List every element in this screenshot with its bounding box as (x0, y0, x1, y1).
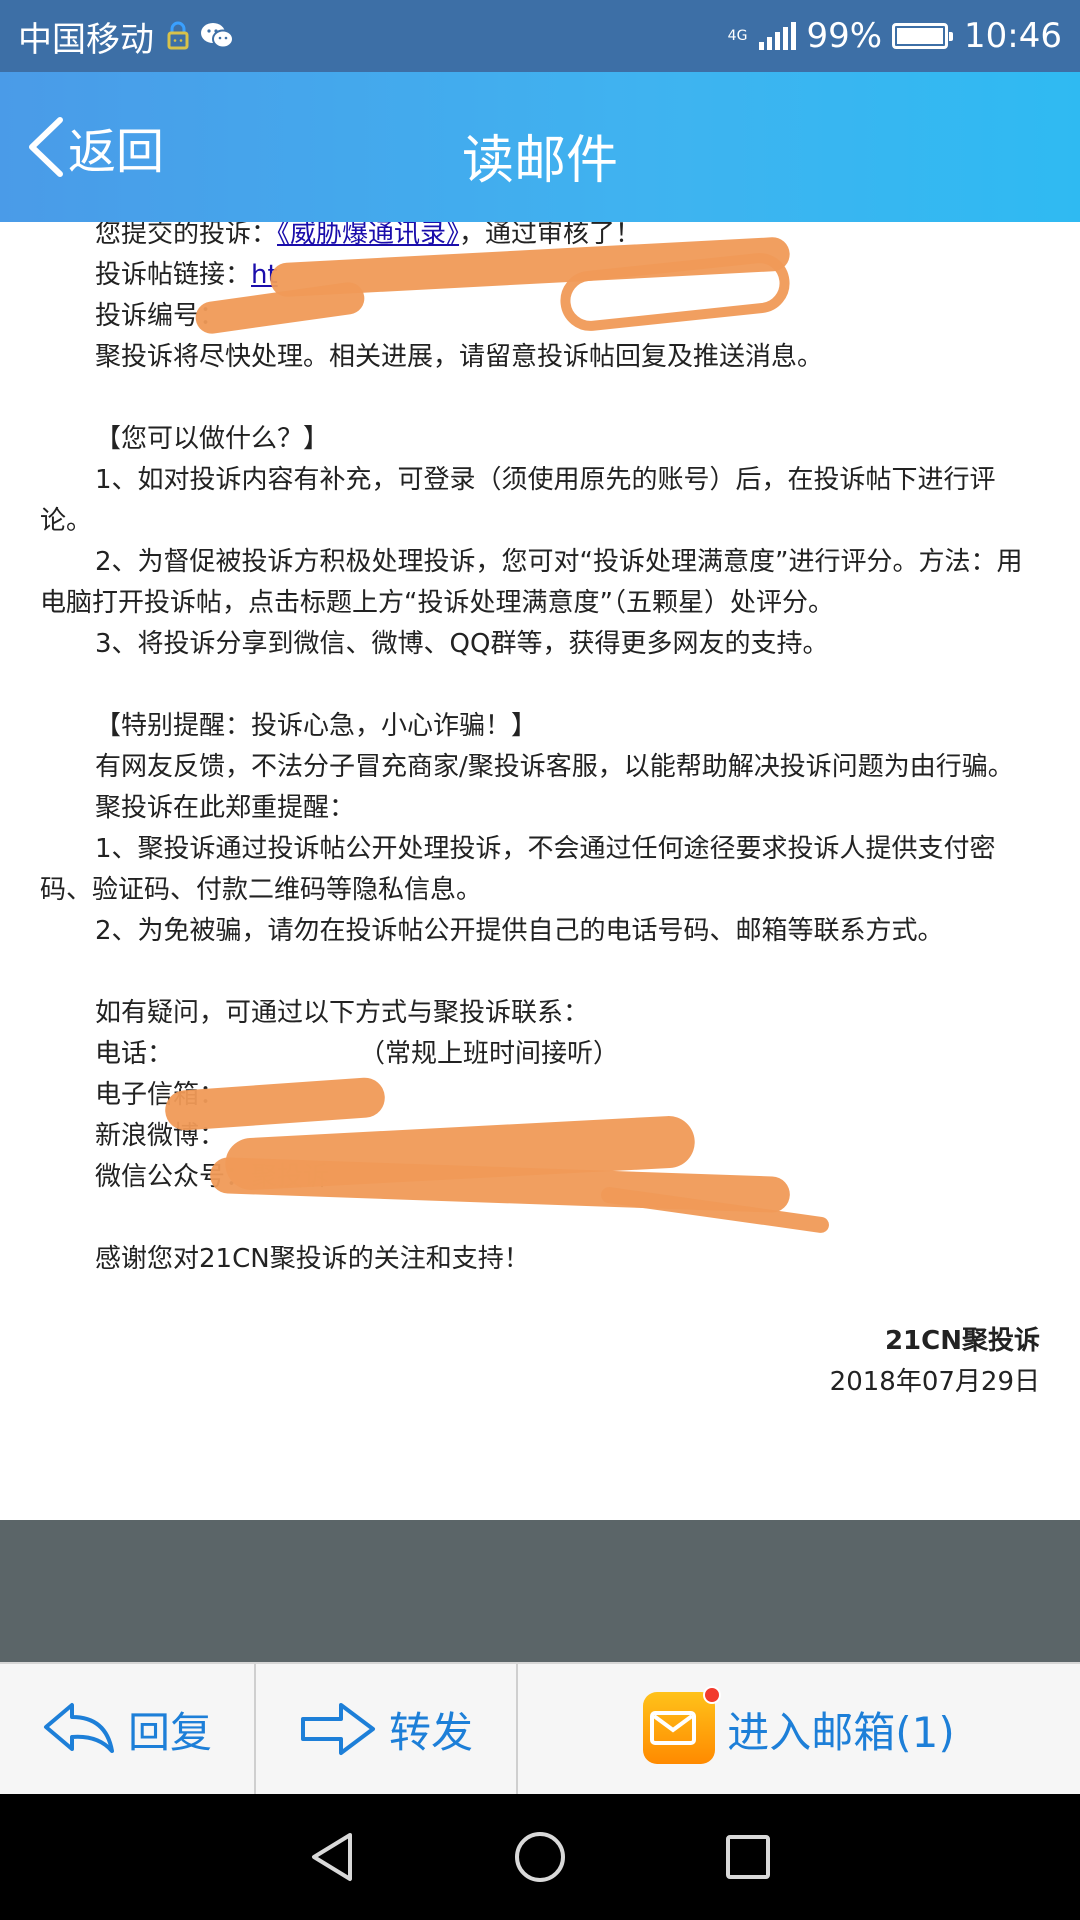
thanks-text: 感谢您对21CN聚投诉的关注和支持！ (95, 1244, 530, 1274)
signature-date: 2018年07月29日 (829, 1367, 1040, 1397)
contact-phone: 电话： （常规上班时间接听） (95, 1039, 620, 1069)
line-complaint-id: 投诉编号： (95, 301, 226, 331)
email-body: 您提交的投诉：《威胁爆通讯录》，通过审核了！ 投诉帖链接：ht 投诉编号： 聚投… (0, 222, 1080, 1520)
notification-icons (166, 21, 234, 51)
signature-org: 21CN聚投诉 (884, 1326, 1040, 1356)
battery-percent: 99% (806, 16, 883, 56)
nav-back-button[interactable] (308, 1831, 356, 1883)
nav-home-button[interactable] (512, 1829, 568, 1885)
page-title: 读邮件 (461, 131, 618, 191)
list-item: 1、聚投诉通过投诉帖公开处理投诉，不会通过任何途径要求投诉人提供支付密码、验证码… (40, 834, 996, 905)
empty-area (0, 1520, 1080, 1662)
status-bar: 中国移动 4G 99% 10:46 (0, 0, 1080, 72)
recents-square-icon (726, 1835, 770, 1879)
contact-intro: 如有疑问，可通过以下方式与聚投诉联系： (95, 998, 590, 1028)
title-bar: 返回 读邮件 (0, 72, 1080, 222)
list-item: 2、为免被骗，请勿在投诉帖公开提供自己的电话号码、邮箱等联系方式。 (95, 916, 944, 946)
home-circle-icon (515, 1832, 565, 1882)
signature: 21CN聚投诉 2018年07月29日 (40, 1321, 1040, 1403)
carrier-name: 中国移动 (18, 19, 154, 60)
clock: 10:46 (964, 16, 1062, 56)
wechat-icon (201, 23, 234, 49)
system-nav-bar (0, 1794, 1080, 1920)
reply-arrow-icon (43, 1703, 114, 1753)
line-processing: 聚投诉将尽快处理。相关进展，请留意投诉帖回复及推送消息。 (95, 342, 824, 372)
list-item: 1、如对投诉内容有补充，可登录（须使用原先的账号）后，在投诉帖下进行评论。 (40, 465, 996, 536)
reply-label: 回复 (127, 1707, 212, 1757)
section-what-to-do: 【您可以做什么？】 (95, 424, 330, 454)
list-item: 2、为督促被投诉方积极处理投诉，您可对“投诉处理满意度”进行评分。方法：用电脑打… (40, 547, 1023, 618)
signal-icon (759, 22, 797, 50)
section-warning: 【特别提醒：投诉心急，小心诈骗！】 (95, 711, 538, 741)
battery-icon (892, 23, 954, 49)
nav-recents-button[interactable] (724, 1833, 772, 1881)
network-type: 4G (727, 28, 748, 44)
forward-arrow-icon (300, 1703, 375, 1755)
action-bar: 回复 转发 进入邮箱(1) (0, 1662, 1080, 1794)
list-item: 3、将投诉分享到微信、微博、QQ群等，获得更多网友的支持。 (95, 629, 829, 659)
forward-label: 转发 (388, 1707, 473, 1757)
mail-icon (643, 1686, 722, 1766)
warning-text: 有网友反馈，不法分子冒充商家/聚投诉客服，以能帮助解决投诉问题为由行骗。 (95, 752, 1014, 782)
unread-dot (703, 1686, 722, 1704)
inbox-label: 进入邮箱(1) (727, 1707, 955, 1757)
back-triangle-icon (312, 1833, 352, 1881)
reply-button[interactable]: 回复 (0, 1664, 256, 1794)
lock-icon (167, 21, 189, 50)
complaint-title-link[interactable]: 《威胁爆通讯录》 (277, 222, 459, 249)
forward-button[interactable]: 转发 (256, 1664, 518, 1794)
reminder-text: 聚投诉在此郑重提醒： (95, 793, 356, 823)
open-inbox-button[interactable]: 进入邮箱(1) (518, 1664, 1080, 1794)
